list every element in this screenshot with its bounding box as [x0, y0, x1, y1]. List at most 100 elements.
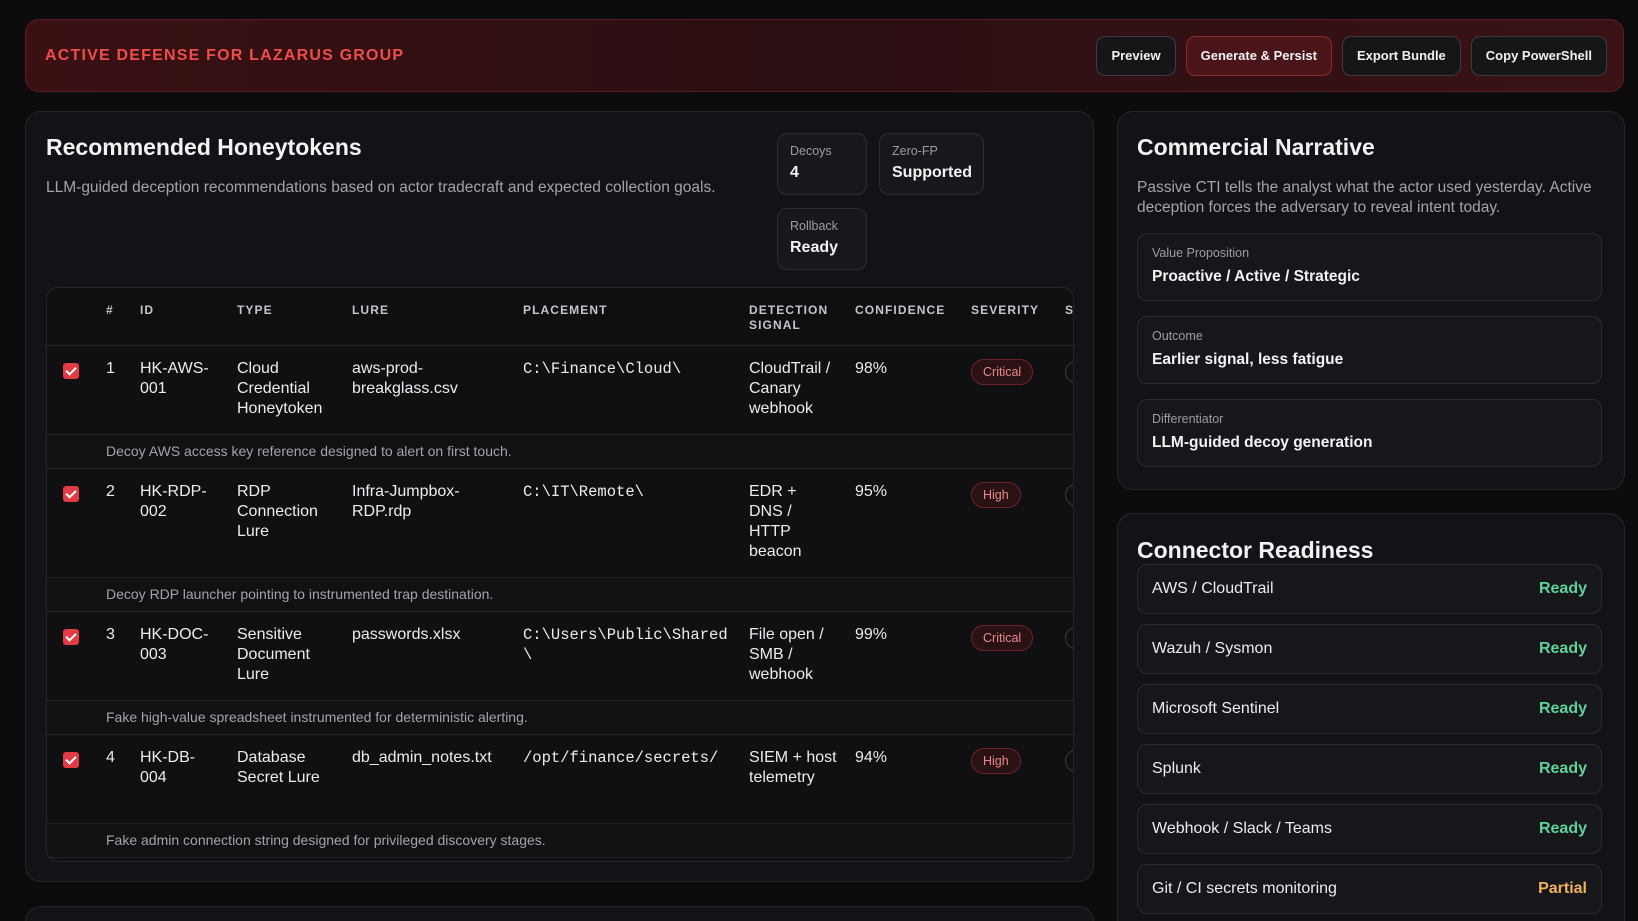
- honeytokens-panel: Recommended Honeytokens LLM-guided decep…: [25, 111, 1094, 882]
- connector-name: Microsoft Sentinel: [1152, 700, 1280, 717]
- stat-value: Supported: [892, 164, 972, 181]
- next-panel: [25, 906, 1094, 921]
- stat-value: 4: [790, 164, 799, 181]
- row-confidence: 95%: [855, 483, 888, 500]
- severity-badge: High: [971, 482, 1021, 508]
- row-note: Decoy AWS access key reference designed …: [47, 435, 1073, 469]
- table-row: 2 HK-RDP-002 RDP Connection Lure Infra-J…: [47, 469, 1073, 578]
- connector-name: Webhook / Slack / Teams: [1152, 820, 1332, 837]
- row-signal: File open / SMB / webhook: [749, 626, 824, 683]
- col-severity: SEVERITY: [971, 303, 1040, 317]
- row-type: RDP Connection Lure: [237, 483, 318, 540]
- top-bar: ACTIVE DEFENSE FOR LAZARUS GROUP Preview…: [25, 19, 1624, 92]
- col-id: ID: [140, 303, 155, 317]
- stat-value: Ready: [790, 239, 839, 256]
- differentiator-card: Differentiator LLM-guided decoy generati…: [1137, 399, 1602, 467]
- export-bundle-button[interactable]: Export Bundle: [1341, 35, 1461, 76]
- row-id: HK-DB-004: [140, 749, 196, 786]
- row-placement: /opt/finance/secrets/: [523, 749, 719, 767]
- copy-powershell-button[interactable]: Copy PowerShell: [1470, 35, 1607, 76]
- row-status-indicator: [1065, 750, 1073, 772]
- stat-decoys: Decoys 4: [777, 133, 867, 195]
- row-id: HK-DOC-003: [140, 626, 209, 663]
- narrative-subtitle: Passive CTI tells the analyst what the a…: [1137, 179, 1592, 216]
- row-placement: C:\Users\Public\Shared\: [523, 626, 728, 664]
- row-num: 4: [106, 749, 115, 766]
- table-row: 1 HK-AWS-001 Cloud Credential Honeytoken…: [47, 346, 1073, 435]
- table-header: # ID TYPE LURE PLACEMENT DETECTION SIGNA…: [47, 288, 1073, 346]
- row-status-indicator: [1065, 361, 1073, 383]
- connector-status: Ready: [1538, 640, 1587, 657]
- row-signal: CloudTrail / Canary webhook: [749, 360, 831, 417]
- row-lure: Infra-Jumpbox-RDP.rdp: [352, 483, 460, 520]
- table-row: 3 HK-DOC-003 Sensitive Document Lure pas…: [47, 612, 1073, 701]
- card-value: LLM-guided decoy generation: [1152, 434, 1373, 451]
- row-type: Sensitive Document Lure: [237, 626, 310, 683]
- connector-row[interactable]: Splunk Ready: [1137, 744, 1602, 794]
- preview-button[interactable]: Preview: [1096, 35, 1176, 76]
- stat-rollback: Rollback Ready: [777, 208, 867, 270]
- outcome-card: Outcome Earlier signal, less fatigue: [1137, 316, 1602, 384]
- row-confidence: 98%: [855, 360, 888, 377]
- row-lure: aws-prod-breakglass.csv: [352, 360, 458, 397]
- connector-name: AWS / CloudTrail: [1152, 580, 1274, 597]
- row-num: 3: [106, 626, 115, 643]
- col-num: #: [106, 303, 114, 317]
- connector-row[interactable]: AWS / CloudTrail Ready: [1137, 564, 1602, 614]
- row-type: Database Secret Lure: [237, 749, 320, 786]
- honeytokens-subtitle: LLM-guided deception recommendations bas…: [46, 179, 716, 196]
- toolbar: Preview Generate & Persist Export Bundle…: [1096, 35, 1607, 76]
- row-confidence: 99%: [855, 626, 888, 643]
- connector-status: Ready: [1538, 760, 1587, 777]
- honeytokens-table: # ID TYPE LURE PLACEMENT DETECTION SIGNA…: [46, 287, 1074, 862]
- connector-row[interactable]: Microsoft Sentinel Ready: [1137, 684, 1602, 734]
- connector-name: Git / CI secrets monitoring: [1152, 880, 1337, 897]
- col-lure: LURE: [352, 303, 390, 317]
- connector-row[interactable]: Webhook / Slack / Teams Ready: [1137, 804, 1602, 854]
- connector-row[interactable]: Wazuh / Sysmon Ready: [1137, 624, 1602, 674]
- connector-status: Ready: [1538, 700, 1587, 717]
- row-checkbox[interactable]: [63, 363, 79, 379]
- stat-label: Rollback: [790, 219, 838, 233]
- row-placement: C:\IT\Remote\: [523, 483, 644, 501]
- row-status-indicator: [1065, 484, 1073, 506]
- stat-zero-fp: Zero-FP Supported: [879, 133, 984, 195]
- row-type: Cloud Credential Honeytoken: [237, 360, 323, 417]
- narrative-panel: Commercial Narrative Passive CTI tells t…: [1117, 111, 1625, 490]
- page-title: ACTIVE DEFENSE FOR LAZARUS GROUP: [45, 46, 405, 64]
- row-checkbox[interactable]: [63, 752, 79, 768]
- row-lure: passwords.xlsx: [352, 626, 461, 643]
- card-label: Differentiator: [1152, 412, 1224, 426]
- narrative-title: Commercial Narrative: [1137, 134, 1375, 160]
- col-detection-signal: DETECTION SIGNAL: [749, 303, 829, 332]
- row-num: 1: [106, 360, 115, 377]
- row-signal: SIEM + host telemetry: [749, 749, 837, 786]
- connector-row[interactable]: Git / CI secrets monitoring Partial: [1137, 864, 1602, 914]
- row-lure: db_admin_notes.txt: [352, 749, 492, 766]
- stat-label: Zero-FP: [892, 144, 938, 158]
- row-checkbox[interactable]: [63, 629, 79, 645]
- row-placement: C:\Finance\Cloud\: [523, 360, 682, 378]
- connector-status: Partial: [1538, 880, 1587, 897]
- card-label: Outcome: [1152, 329, 1203, 343]
- row-id: HK-AWS-001: [140, 360, 209, 397]
- generate-persist-button[interactable]: Generate & Persist: [1185, 35, 1332, 76]
- row-note: Decoy RDP launcher pointing to instrumen…: [47, 578, 1073, 612]
- value-proposition-card: Value Proposition Proactive / Active / S…: [1137, 233, 1602, 301]
- table-row: 4 HK-DB-004 Database Secret Lure db_admi…: [47, 735, 1073, 824]
- row-status-indicator: [1065, 627, 1073, 649]
- col-placement: PLACEMENT: [523, 303, 608, 317]
- connector-title: Connector Readiness: [1137, 537, 1374, 563]
- row-confidence: 94%: [855, 749, 888, 766]
- connector-status: Ready: [1538, 580, 1587, 597]
- card-value: Proactive / Active / Strategic: [1152, 268, 1360, 285]
- connector-status: Ready: [1538, 820, 1587, 837]
- severity-badge: Critical: [971, 359, 1034, 385]
- row-signal: EDR + DNS / HTTP beacon: [749, 483, 802, 560]
- row-note: Fake high-value spreadsheet instrumented…: [47, 701, 1073, 735]
- row-checkbox[interactable]: [63, 486, 79, 502]
- connector-name: Splunk: [1152, 760, 1201, 777]
- connector-panel: Connector Readiness AWS / CloudTrail Rea…: [1117, 513, 1625, 921]
- row-num: 2: [106, 483, 115, 500]
- col-confidence: CONFIDENCE: [855, 303, 946, 317]
